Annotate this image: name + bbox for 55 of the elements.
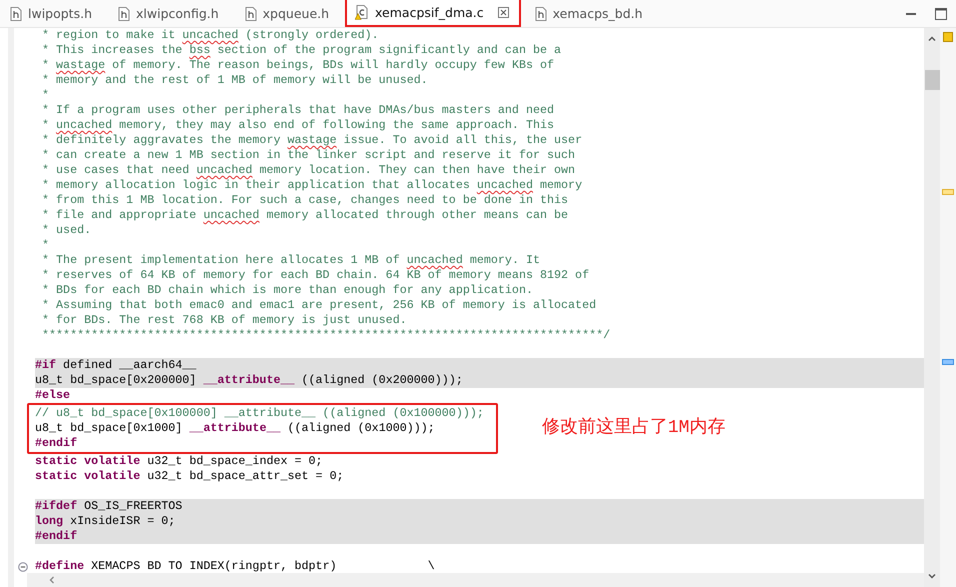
code-line: * used.	[41, 223, 92, 238]
collapse-icon[interactable]	[18, 562, 28, 572]
code-line: * reserves of 64 KB of memory for each BD chain. 64 KB of memory means 8192 of	[41, 268, 590, 283]
code-line: * use cases that need uncached memory location. They can then have their own	[41, 163, 576, 178]
scroll-left-icon[interactable]	[47, 575, 57, 585]
code-line: #endif	[35, 436, 78, 451]
code-line: #define XEMACPS BD TO INDEX(ringptr, bdptr) \	[35, 559, 436, 573]
scroll-thumb[interactable]	[924, 70, 940, 90]
code-line: * wastage of memory. The reason beings, BDs will hardly occupy few KBs of	[41, 58, 556, 73]
warning-marker[interactable]	[942, 189, 954, 195]
code-line: * The present implementation here allocates 1 MB of uncached memory. It	[41, 253, 541, 268]
code-line: #if defined __aarch64__	[35, 358, 198, 373]
header-file-icon	[118, 6, 130, 20]
header-file-icon	[10, 6, 22, 20]
header-file-icon	[534, 6, 547, 20]
code-line: * uncached memory, they may also end of following the same approach. This	[41, 118, 556, 133]
maximize-icon[interactable]	[934, 6, 948, 20]
code-line: u8_t bd_space[0x200000] __attribute__ ((aligned (0x200000)));	[35, 373, 464, 388]
code-line: * Assuming that both emac0 and emac1 are present, 256 KB of memory is allocated	[41, 298, 598, 313]
code-line: // u8_t bd_space[0x100000] __attribute__ ((aligned (0x100000)));	[35, 406, 484, 421]
editor-tab[interactable]: xemacps_bd.h	[524, 0, 655, 27]
code-line: * for BDs. The rest 768 KB of memory is just unused.	[41, 313, 408, 328]
editor-tab[interactable]: xpqueue.h	[234, 0, 342, 27]
code-line: #endif	[35, 529, 78, 544]
editor-tab[interactable]: lwipopts.h	[0, 0, 104, 27]
code-line: * region to make it uncached (strongly ordered).	[41, 28, 380, 43]
code-line: * memory allocation logic in their application that allocates uncached memory	[41, 178, 584, 193]
warning-summary-icon[interactable]	[943, 32, 953, 42]
code-line: * from this 1 MB location. For such a case, changes need to be done in this	[41, 193, 570, 208]
code-line: #else	[35, 388, 72, 403]
vertical-scrollbar[interactable]	[924, 28, 940, 587]
source-file-warning-icon	[355, 5, 370, 20]
code-line: * This increases the bss section of the program significantly and can be a	[41, 43, 562, 58]
code-line: * can create a new 1 MB section in the linker script and reserve it for such	[41, 148, 576, 163]
code-line: * If a program uses other peripherals that have DMAs/bus masters and need	[41, 103, 556, 118]
close-icon[interactable]	[498, 7, 509, 18]
code-line: * memory and the rest of 1 MB of memory will be unused.	[41, 73, 429, 88]
header-file-icon	[244, 6, 257, 20]
code-line: #ifdef OS_IS_FREERTOS	[35, 499, 184, 514]
horizontal-scrollbar[interactable]	[27, 573, 924, 587]
code-line: * BDs for each BD chain which is more than enough for any application.	[41, 283, 534, 298]
code-line: u8_t bd_space[0x1000] __attribute__ ((aligned (0x1000)));	[35, 421, 436, 436]
code-line: ********************************************************************************/	[41, 328, 612, 343]
code-line: *	[41, 88, 50, 103]
code-line: static volatile u32_t bd_space_attr_set = 0;	[35, 469, 345, 484]
code-line: * definitely aggravates the memory wastage issue. To avoid all this, the user	[41, 133, 584, 148]
code-line: long xInsideISR = 0;	[35, 514, 176, 529]
code-line: *	[41, 238, 50, 253]
occurrence-marker[interactable]	[942, 359, 954, 365]
code-line: static volatile u32_t bd_space_index = 0;	[35, 454, 324, 469]
editor-tab[interactable]: xemacpsif_dma.c	[345, 0, 521, 27]
scroll-down-icon[interactable]	[927, 571, 937, 581]
code-line: * file and appropriate uncached memory allocated through other means can be	[41, 208, 570, 223]
annotation-note: 修改前这里占了1M内存	[542, 416, 726, 440]
editor-tab[interactable]: xlwipconfig.h	[108, 0, 231, 27]
